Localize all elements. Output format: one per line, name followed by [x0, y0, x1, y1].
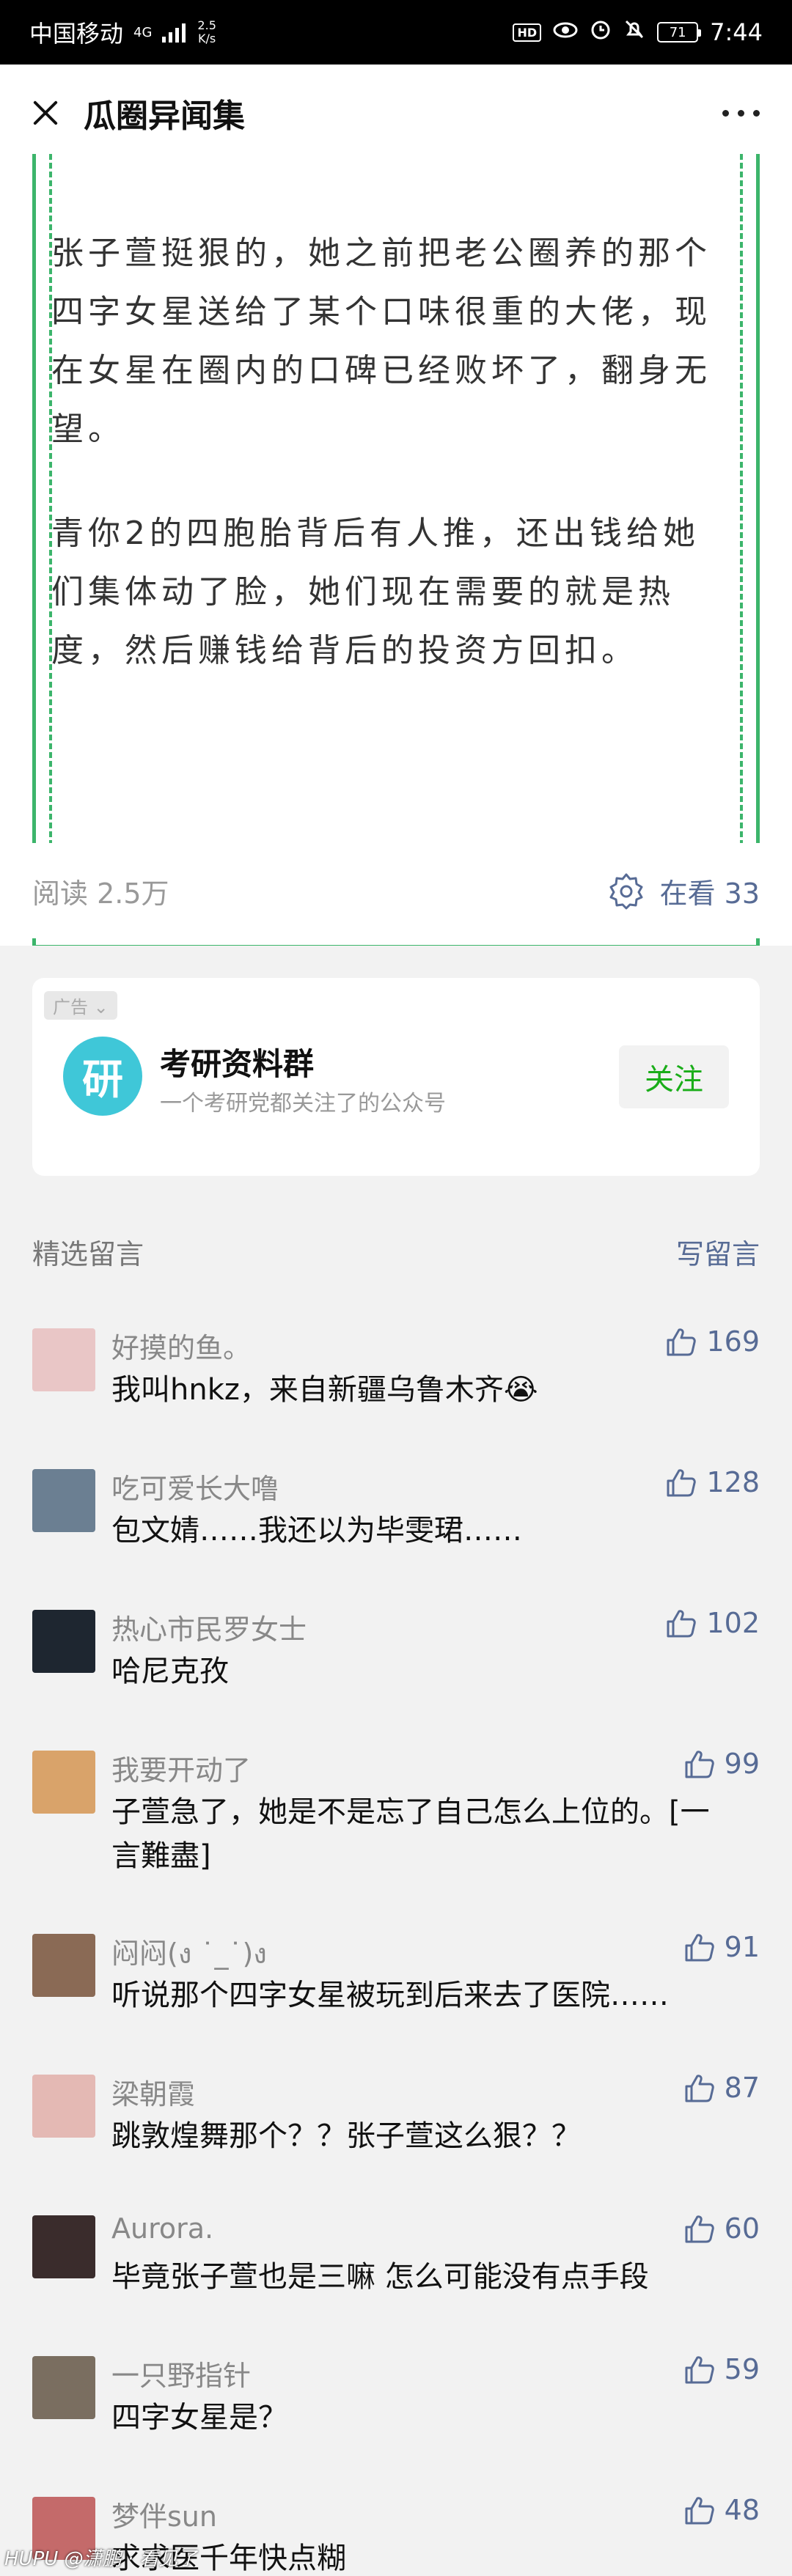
like-button[interactable]: 128 [665, 1466, 760, 1498]
comments-header: 精选留言 写留言 [32, 1232, 760, 1272]
comment-item[interactable]: 好摸的鱼。我叫hnkz，来自新疆乌鲁木齐😭 169 [0, 1325, 792, 1468]
like-count: 102 [706, 1607, 760, 1639]
commenter-avatar[interactable] [32, 1751, 95, 1814]
thumbs-up-icon [685, 1751, 714, 1778]
comments-title: 精选留言 [32, 1238, 144, 1270]
like-button[interactable]: 99 [683, 1748, 760, 1780]
commenter-name: 热心市民罗女士 [111, 1613, 307, 1646]
net-speed-unit: K/s [198, 32, 216, 45]
ad-tag[interactable]: 广告 ⌄ [44, 991, 117, 1020]
commenter-avatar[interactable] [32, 2215, 95, 2278]
carrier-label: 中国移动 [29, 20, 124, 48]
like-count: 87 [724, 2072, 760, 2104]
ad-tag-label: 广告 [53, 997, 88, 1017]
comment-item[interactable]: 吃可爱长大噜包文婧……我还以为毕雯珺…… 128 [0, 1466, 792, 1608]
comment-text: 哈尼克孜 [111, 1655, 229, 1688]
ad-avatar[interactable]: 研 [63, 1037, 142, 1116]
more-menu-icon[interactable] [722, 109, 760, 117]
ad-account-desc: 一个考研党都关注了的公众号 [160, 1091, 446, 1116]
read-count: 阅读 2.5万 [32, 877, 169, 910]
comment-item[interactable]: 闷闷(ง ˙_˙)ง 听说那个四字女星被玩到后来去了医院…… 91 [0, 1931, 792, 2073]
signal-icon [162, 23, 186, 43]
comment-text: 听说那个四字女星被玩到后来去了医院…… [111, 1979, 669, 2012]
like-button[interactable]: 59 [683, 2353, 760, 2385]
commenter-name: 梁朝霞 [111, 2078, 196, 2111]
thumbs-up-icon [685, 2075, 714, 2102]
comment-item[interactable]: Aurora. 毕竟张子萱也是三嘛 怎么可能没有点手段 60 [0, 2212, 792, 2355]
commenter-avatar[interactable] [32, 1934, 95, 1997]
like-count: 128 [706, 1466, 760, 1498]
like-button[interactable]: 91 [683, 1931, 760, 1963]
commenter-name: 我要开动了 [111, 1754, 252, 1786]
page-title: 瓜圈异闻集 [84, 97, 245, 135]
ad-card[interactable]: 广告 ⌄ 研 考研资料群 一个考研党都关注了的公众号 关注 [32, 978, 760, 1176]
comment-text: 跳敦煌舞那个？？张子萱这么狠？？ [111, 2119, 581, 2153]
wow-icon [609, 873, 643, 910]
status-left: 中国移动 4G 2.5 K/s [29, 15, 216, 49]
ad-account-name[interactable]: 考研资料群 [160, 1039, 314, 1084]
article-meta: 阅读 2.5万 在看 33 [0, 843, 792, 938]
like-count: 169 [706, 1325, 760, 1358]
commenter-name: 闷闷(ง ˙_˙)ง [111, 1937, 267, 1970]
status-bar: 中国移动 4G 2.5 K/s HD 71 7:44 [0, 0, 792, 65]
like-button[interactable]: 87 [683, 2072, 760, 2104]
clock: 7:44 [710, 18, 763, 46]
commenter-avatar[interactable] [32, 2356, 95, 2419]
comment-text: 四字女星是？ [111, 2401, 287, 2435]
like-count: 48 [724, 2494, 760, 2526]
comment-text: 求求医千年快点糊 [111, 2542, 346, 2575]
commenter-name: 好摸的鱼。 [111, 1332, 252, 1364]
comment-item[interactable]: 梁朝霞跳敦煌舞那个？？张子萱这么狠？？ 87 [0, 2072, 792, 2214]
close-icon[interactable] [26, 95, 63, 131]
comment-item[interactable]: 热心市民罗女士 哈尼克孜 102 [0, 1607, 792, 1749]
like-count: 99 [724, 1748, 760, 1780]
write-comment-button[interactable]: 写留言 [676, 1232, 760, 1272]
thumbs-up-icon [685, 2497, 714, 2525]
commenter-name: 吃可爱长大噜 [111, 1473, 279, 1505]
thumbs-up-icon [667, 1328, 697, 1356]
comment-text: 包文婧……我还以为毕雯珺…… [111, 1514, 522, 1548]
comment-text: 子萱急了，她是不是忘了自己怎么上位的。[一言難盡] [111, 1795, 710, 1873]
watermark: HUPU @潇鹏 · 看见了 [4, 2548, 197, 2570]
like-button[interactable]: 169 [665, 1325, 760, 1358]
like-count: 91 [724, 1931, 760, 1963]
nav-bar: 瓜圈异闻集 [0, 65, 792, 161]
article-body: 张子萱挺狠的，她之前把老公圈养的那个四字女星送给了某个口味很重的大佬，现在女星在… [0, 154, 792, 949]
thumbs-up-icon [685, 2356, 714, 2384]
mute-bell-icon [623, 18, 645, 46]
comment-item[interactable]: 我要开动了子萱急了，她是不是忘了自己怎么上位的。[一言難盡] 99 [0, 1748, 792, 1890]
hd-badge: HD [513, 23, 542, 42]
thumbs-up-icon [667, 1469, 697, 1497]
thumbs-up-icon [685, 1934, 714, 1962]
signal-label: 4G [133, 24, 153, 40]
like-count: 59 [724, 2353, 760, 2385]
thumbs-up-icon [667, 1610, 697, 1638]
battery-indicator: 71 [657, 22, 702, 43]
commenter-avatar[interactable] [32, 1610, 95, 1673]
watching-count: 在看 33 [659, 877, 760, 910]
like-count: 60 [724, 2212, 760, 2245]
article-paragraph: 青你2的四胞胎背后有人推，还出钱给她们集体动了脸，她们现在需要的就是热度，然后赚… [51, 515, 700, 669]
watching-button[interactable]: 在看 33 [607, 871, 760, 911]
comment-item[interactable]: 一只野指针四字女星是？ 59 [0, 2353, 792, 2495]
eye-icon [553, 20, 578, 45]
thumbs-up-icon [685, 2215, 714, 2243]
net-speed-value: 2.5 [197, 18, 216, 32]
net-speed: 2.5 K/s [197, 19, 216, 45]
commenter-avatar[interactable] [32, 1328, 95, 1391]
follow-button[interactable]: 关注 [619, 1045, 729, 1108]
article-paragraph: 张子萱挺狠的，她之前把老公圈养的那个四字女星送给了某个口味很重的大佬，现在女星在… [51, 235, 711, 448]
commenter-avatar[interactable] [32, 1469, 95, 1532]
commenter-name: 梦伴sun [111, 2500, 217, 2533]
like-button[interactable]: 60 [683, 2212, 760, 2245]
alarm-icon [590, 18, 612, 46]
commenter-avatar[interactable] [32, 2075, 95, 2138]
commenter-name: 一只野指针 [111, 2360, 252, 2392]
comment-text: 我叫hnkz，来自新疆乌鲁木齐😭 [111, 1373, 538, 1407]
commenter-name: Aurora. [111, 2212, 214, 2245]
like-button[interactable]: 48 [683, 2494, 760, 2526]
like-button[interactable]: 102 [665, 1607, 760, 1639]
comment-text: 毕竟张子萱也是三嘛 怎么可能没有点手段 [111, 2260, 649, 2294]
status-right: HD 71 7:44 [513, 18, 763, 46]
